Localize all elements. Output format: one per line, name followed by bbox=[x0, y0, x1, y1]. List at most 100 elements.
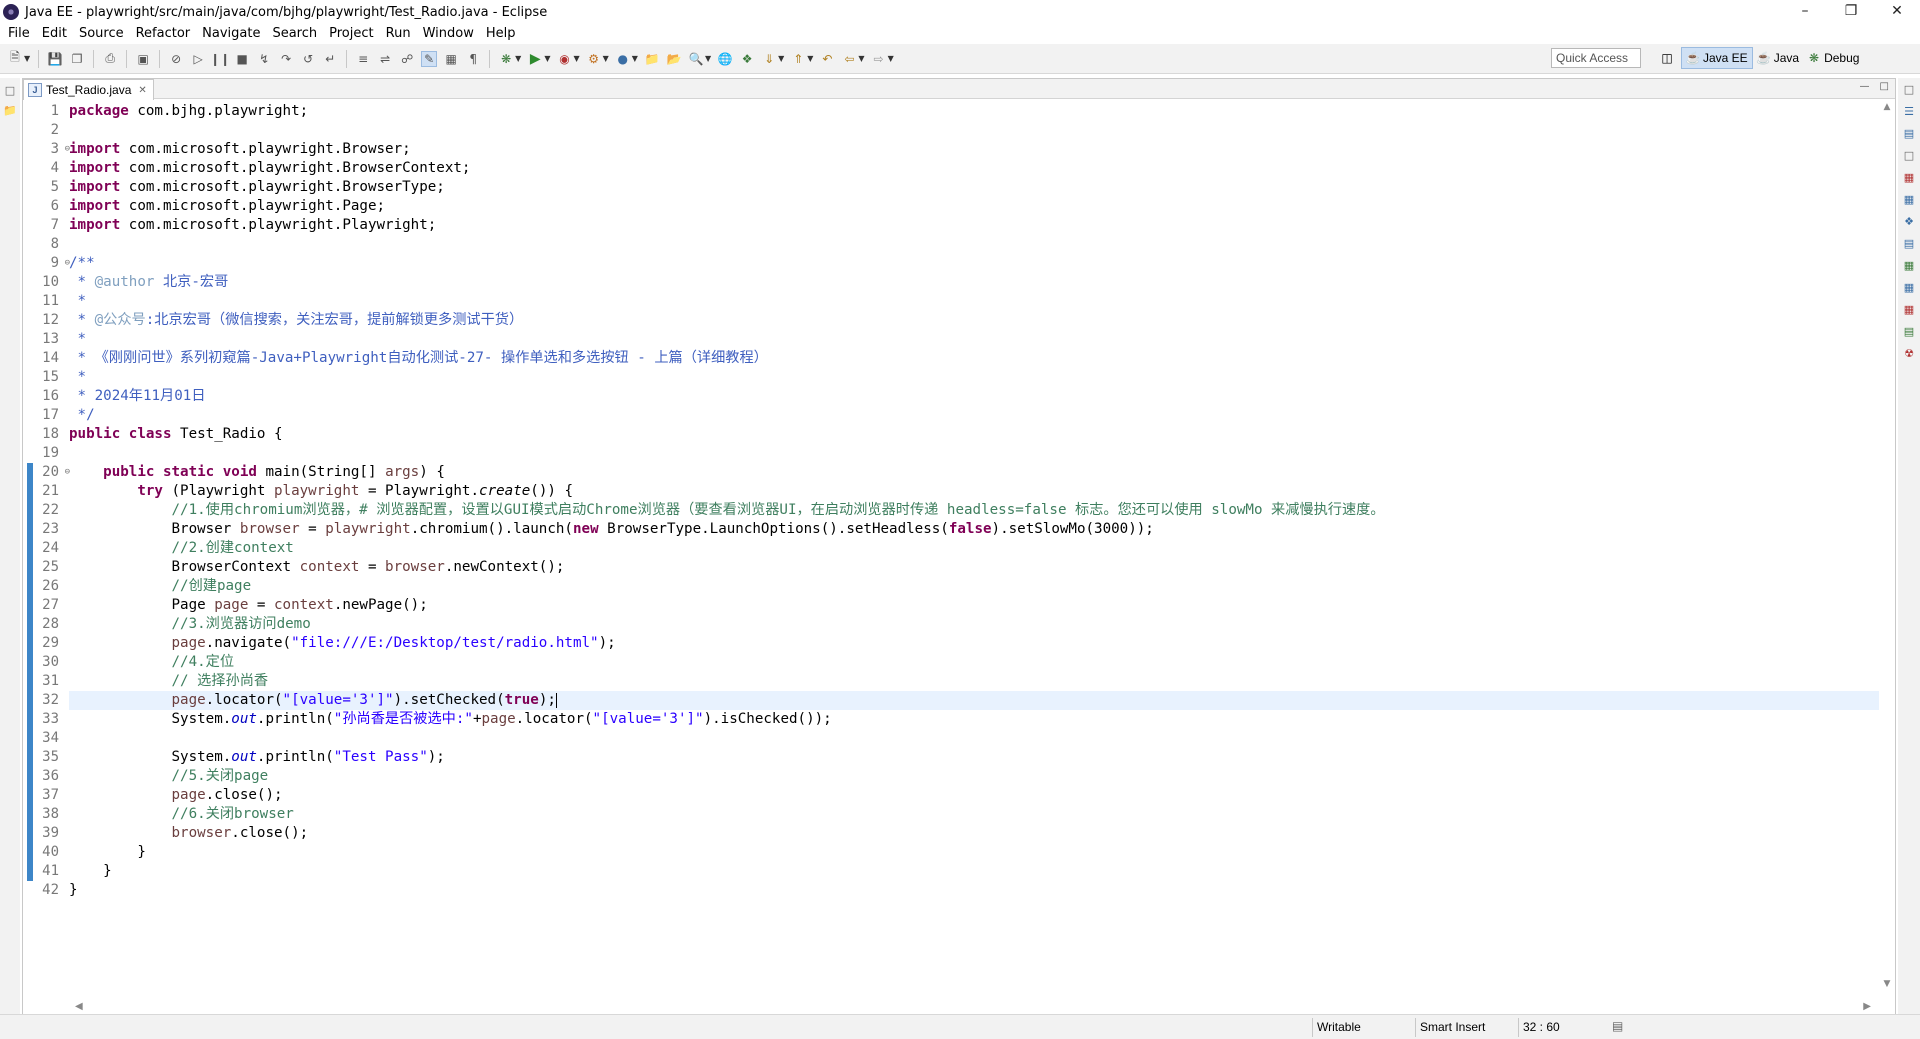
step-over-icon[interactable]: ↺ bbox=[300, 51, 316, 67]
progress-icon[interactable]: ▤ bbox=[1901, 323, 1917, 339]
code-line[interactable]: * @公众号:北京宏哥（微信搜索，关注宏哥，提前解锁更多测试干货） bbox=[69, 311, 1889, 330]
code-line[interactable]: } bbox=[69, 862, 1889, 881]
block-selection-icon[interactable]: ▦ bbox=[443, 51, 459, 67]
editor-tab-test-radio[interactable]: J Test_Radio.java ✕ bbox=[23, 79, 154, 100]
new-icon[interactable]: 🗎 bbox=[7, 50, 23, 67]
menu-source[interactable]: Source bbox=[73, 24, 130, 44]
perspective-java-ee[interactable]: ☕ Java EE bbox=[1681, 47, 1753, 69]
code-line[interactable]: import com.microsoft.playwright.Page; bbox=[69, 197, 1889, 216]
code-line[interactable]: try (Playwright playwright = Playwright.… bbox=[69, 482, 1889, 501]
code-line[interactable] bbox=[69, 444, 1889, 463]
code-line[interactable]: BrowserContext context = browser.newCont… bbox=[69, 558, 1889, 577]
next-annotation-dropdown-icon[interactable]: ▼ bbox=[778, 54, 784, 63]
code-line[interactable]: browser.close(); bbox=[69, 824, 1889, 843]
menu-help[interactable]: Help bbox=[480, 24, 522, 44]
code-line[interactable]: } bbox=[69, 843, 1889, 862]
new-java-class-dropdown-icon[interactable]: ▼ bbox=[632, 54, 638, 63]
previous-annotation-dropdown-icon[interactable]: ▼ bbox=[807, 54, 813, 63]
menu-edit[interactable]: Edit bbox=[36, 24, 73, 44]
toggle-breadcrumb-icon[interactable]: ☍ bbox=[399, 51, 415, 67]
mark-occurrences-icon[interactable]: ✎ bbox=[421, 50, 438, 67]
restore-icon[interactable]: ❐ bbox=[1828, 0, 1874, 22]
background-tasks-icon[interactable]: ▤ bbox=[1612, 1019, 1628, 1035]
new-dropdown-icon[interactable]: ▼ bbox=[24, 54, 30, 63]
restore-view-icon[interactable]: □ bbox=[1901, 147, 1917, 163]
scroll-down-icon[interactable]: ▼ bbox=[1879, 979, 1895, 989]
restore-view-icon[interactable]: □ bbox=[1901, 81, 1917, 97]
code-line[interactable]: public class Test_Radio { bbox=[69, 425, 1889, 444]
outline-icon[interactable]: ☰ bbox=[1901, 103, 1917, 119]
project-explorer-icon[interactable]: 📁 bbox=[2, 102, 18, 118]
restore-view-icon[interactable]: □ bbox=[2, 82, 18, 98]
minimize-icon[interactable]: — bbox=[1860, 81, 1870, 92]
perspective-java[interactable]: ☕ Java bbox=[1753, 47, 1803, 69]
perspective-debug[interactable]: ❋ Debug bbox=[1803, 47, 1863, 69]
source-text[interactable]: package com.bjhg.playwright; import com.m… bbox=[69, 102, 1889, 900]
next-annotation-icon[interactable]: ⇓ bbox=[761, 51, 777, 67]
code-line[interactable]: * @author 北京-宏哥 bbox=[69, 273, 1889, 292]
task-list-icon[interactable]: ▤ bbox=[1901, 125, 1917, 141]
save-icon[interactable]: 💾 bbox=[47, 51, 63, 67]
back-dropdown-icon[interactable]: ▼ bbox=[858, 54, 864, 63]
code-line[interactable]: package com.bjhg.playwright; bbox=[69, 102, 1889, 121]
drop-to-frame-icon[interactable]: ≡ bbox=[355, 51, 371, 67]
coverage-icon[interactable]: ◉ bbox=[556, 51, 572, 67]
open-perspective-button[interactable]: ◫ bbox=[1656, 47, 1681, 69]
horizontal-scrollbar[interactable]: ◀ ▶ bbox=[69, 998, 1877, 1014]
menu-search[interactable]: Search bbox=[266, 24, 323, 44]
web-browser-icon[interactable]: 🌐 bbox=[717, 51, 733, 67]
search-icon[interactable]: 🔍 bbox=[688, 51, 704, 67]
scroll-up-icon[interactable]: ▲ bbox=[1879, 102, 1895, 112]
code-line[interactable] bbox=[69, 121, 1889, 140]
search-dropdown-icon[interactable]: ▼ bbox=[705, 54, 711, 63]
disconnect-icon[interactable]: ↯ bbox=[256, 51, 272, 67]
previous-annotation-icon[interactable]: ⇑ bbox=[790, 51, 806, 67]
menu-window[interactable]: Window bbox=[417, 24, 480, 44]
scroll-right-icon[interactable]: ▶ bbox=[1863, 1001, 1871, 1012]
minimize-icon[interactable]: – bbox=[1782, 0, 1828, 22]
code-line[interactable]: page.locator("[value='3']").setChecked(t… bbox=[69, 691, 1889, 710]
open-type-icon[interactable]: 📁 bbox=[644, 51, 660, 67]
code-line[interactable]: //4.定位 bbox=[69, 653, 1889, 672]
code-line[interactable]: //6.关闭browser bbox=[69, 805, 1889, 824]
maximize-icon[interactable]: □ bbox=[1880, 81, 1889, 92]
open-console-icon[interactable]: ▣ bbox=[135, 51, 151, 67]
junit-icon[interactable]: ☢ bbox=[1901, 345, 1917, 361]
menu-project[interactable]: Project bbox=[323, 24, 379, 44]
code-line[interactable]: import com.microsoft.playwright.Browser; bbox=[69, 140, 1889, 159]
code-line[interactable]: System.out.println("孙尚香是否被选中:"+page.loca… bbox=[69, 710, 1889, 729]
code-line[interactable]: /** bbox=[69, 254, 1889, 273]
vertical-scrollbar[interactable]: ▲ ▼ bbox=[1879, 102, 1895, 989]
terminate-icon[interactable]: ■ bbox=[234, 51, 250, 67]
debug-icon[interactable]: ❋ bbox=[498, 51, 514, 67]
use-step-filters-icon[interactable]: ⇌ bbox=[377, 51, 393, 67]
code-line[interactable]: System.out.println("Test Pass"); bbox=[69, 748, 1889, 767]
new-java-class-icon[interactable]: ● bbox=[615, 51, 631, 67]
code-line[interactable]: page.close(); bbox=[69, 786, 1889, 805]
step-return-icon[interactable]: ↵ bbox=[322, 51, 338, 67]
code-line[interactable]: import com.microsoft.playwright.Playwrig… bbox=[69, 216, 1889, 235]
code-line[interactable]: */ bbox=[69, 406, 1889, 425]
data-source-icon[interactable]: ▤ bbox=[1901, 235, 1917, 251]
console-icon[interactable]: ▦ bbox=[1901, 301, 1917, 317]
suspend-icon[interactable]: ❙❙ bbox=[210, 51, 230, 67]
status-insert-mode[interactable]: Smart Insert bbox=[1415, 1018, 1515, 1037]
menu-navigate[interactable]: Navigate bbox=[196, 24, 266, 44]
code-line[interactable]: // 选择孙尚香 bbox=[69, 672, 1889, 691]
snippets-icon[interactable]: ▦ bbox=[1901, 257, 1917, 273]
last-edit-location-icon[interactable]: ↶ bbox=[819, 51, 835, 67]
servers-icon[interactable]: ❖ bbox=[1901, 213, 1917, 229]
quick-access-input[interactable]: Quick Access bbox=[1551, 48, 1641, 68]
code-line[interactable]: * 2024年11月01日 bbox=[69, 387, 1889, 406]
status-cursor-position[interactable]: 32 : 60 bbox=[1518, 1018, 1608, 1037]
forward-icon[interactable]: ⇨ bbox=[871, 51, 887, 67]
print-icon[interactable]: ⎙ bbox=[102, 51, 118, 67]
show-whitespace-icon[interactable]: ¶ bbox=[465, 51, 481, 67]
close-icon[interactable]: ✕ bbox=[1874, 0, 1920, 22]
open-task-icon[interactable]: 📂 bbox=[666, 51, 682, 67]
close-tab-icon[interactable]: ✕ bbox=[138, 85, 146, 96]
problems-icon[interactable]: ▦ bbox=[1901, 279, 1917, 295]
skip-breakpoints-icon[interactable]: ⊘ bbox=[168, 51, 184, 67]
code-line[interactable]: //3.浏览器访问demo bbox=[69, 615, 1889, 634]
markers-icon[interactable]: ▦ bbox=[1901, 169, 1917, 185]
